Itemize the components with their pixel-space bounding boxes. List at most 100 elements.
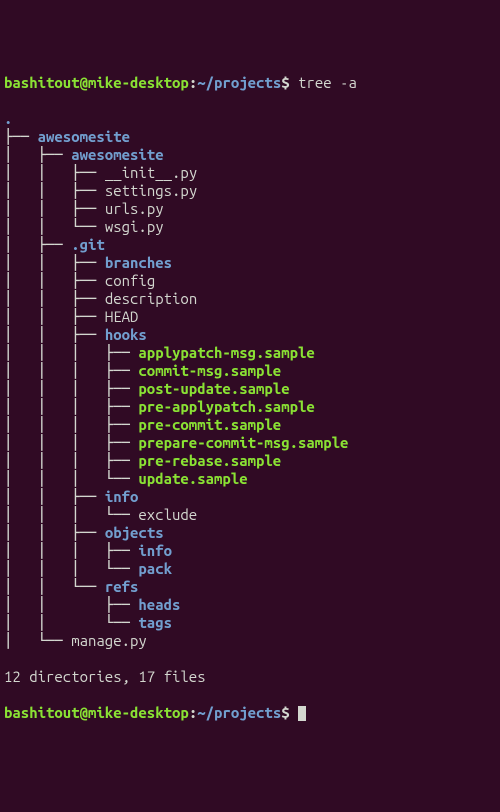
tree-row: │ │ ├── settings.py [4, 182, 496, 200]
tree-row: │ │ ├── config [4, 272, 496, 290]
tree-prefix: │ │ │ ├── [4, 542, 138, 559]
tree-exec-file: post-update.sample [138, 380, 289, 397]
tree-output: .├── awesomesite│ ├── awesomesite│ │ ├──… [4, 110, 496, 650]
tree-row: │ │ ├── hooks [4, 326, 496, 344]
command-text: tree -a [298, 74, 357, 91]
tree-file: urls.py [105, 200, 164, 217]
tree-prefix: │ │ ├── [4, 182, 105, 199]
tree-summary: 12 directories, 17 files [4, 668, 496, 686]
tree-row: │ │ └── wsgi.py [4, 218, 496, 236]
tree-row: │ │ │ ├── pre-applypatch.sample [4, 398, 496, 416]
tree-file: config [105, 272, 155, 289]
tree-row: │ │ │ ├── info [4, 542, 496, 560]
tree-row: │ │ ├── HEAD [4, 308, 496, 326]
tree-row: │ │ │ └── update.sample [4, 470, 496, 488]
tree-prefix: │ │ ├── [4, 596, 138, 613]
tree-dir: pack [138, 560, 172, 577]
tree-dir: awesomesite [71, 146, 163, 163]
tree-row: │ │ │ ├── pre-commit.sample [4, 416, 496, 434]
tree-row: │ │ └── refs [4, 578, 496, 596]
tree-exec-file: update.sample [138, 470, 247, 487]
tree-exec-file: commit-msg.sample [138, 362, 281, 379]
prompt-user-host: bashitout@mike-desktop [4, 74, 189, 91]
prompt-line-2[interactable]: bashitout@mike-desktop:~/projects$ [4, 704, 496, 722]
tree-exec-file: pre-rebase.sample [138, 452, 281, 469]
tree-prefix: │ │ │ ├── [4, 398, 138, 415]
tree-row: │ │ │ ├── pre-rebase.sample [4, 452, 496, 470]
tree-dir: . [4, 110, 12, 127]
tree-row: │ ├── awesomesite [4, 146, 496, 164]
tree-prefix: │ │ ├── [4, 326, 105, 343]
tree-dir: awesomesite [38, 128, 130, 145]
tree-dir: hooks [105, 326, 147, 343]
tree-exec-file: prepare-commit-msg.sample [138, 434, 348, 451]
prompt-user-host-2: bashitout@mike-desktop [4, 704, 189, 721]
tree-file: description [105, 290, 197, 307]
tree-prefix: │ │ │ ├── [4, 380, 138, 397]
tree-dir: info [105, 488, 139, 505]
tree-dir: refs [105, 578, 139, 595]
tree-row: . [4, 110, 496, 128]
tree-dir: objects [105, 524, 164, 541]
tree-prefix: │ │ │ └── [4, 506, 138, 523]
tree-file: __init__.py [105, 164, 197, 181]
tree-dir: heads [138, 596, 180, 613]
prompt-path-2: ~/projects [197, 704, 281, 721]
tree-prefix: │ ├── [4, 236, 71, 253]
tree-prefix: │ │ ├── [4, 524, 105, 541]
tree-row: │ │ │ ├── post-update.sample [4, 380, 496, 398]
tree-exec-file: pre-commit.sample [138, 416, 281, 433]
tree-prefix: │ │ ├── [4, 290, 105, 307]
tree-row: │ │ ├── __init__.py [4, 164, 496, 182]
prompt-sep2-2: $ [281, 704, 298, 721]
tree-row: │ │ ├── urls.py [4, 200, 496, 218]
tree-row: │ │ ├── branches [4, 254, 496, 272]
prompt-path: ~/projects [197, 74, 281, 91]
tree-prefix: │ │ ├── [4, 164, 105, 181]
tree-row: │ │ ├── description [4, 290, 496, 308]
tree-row: ├── awesomesite [4, 128, 496, 146]
tree-prefix: │ │ │ └── [4, 470, 138, 487]
tree-prefix: │ │ ├── [4, 200, 105, 217]
tree-prefix: │ │ └── [4, 578, 105, 595]
tree-row: │ ├── .git [4, 236, 496, 254]
cursor-icon [298, 706, 306, 721]
tree-prefix: │ │ │ ├── [4, 344, 138, 361]
tree-exec-file: applypatch-msg.sample [138, 344, 314, 361]
tree-prefix: │ │ ├── [4, 272, 105, 289]
tree-prefix: │ │ ├── [4, 308, 105, 325]
tree-file: HEAD [105, 308, 139, 325]
tree-row: │ │ │ ├── applypatch-msg.sample [4, 344, 496, 362]
tree-file: exclude [138, 506, 197, 523]
tree-prefix: │ │ │ ├── [4, 434, 138, 451]
tree-dir: info [138, 542, 172, 559]
tree-prefix: │ │ ├── [4, 254, 105, 271]
tree-row: │ │ │ ├── prepare-commit-msg.sample [4, 434, 496, 452]
tree-dir: branches [105, 254, 172, 271]
tree-file: manage.py [71, 632, 147, 649]
tree-prefix: ├── [4, 128, 38, 145]
tree-row: │ └── manage.py [4, 632, 496, 650]
tree-exec-file: pre-applypatch.sample [138, 398, 314, 415]
tree-dir: .git [71, 236, 105, 253]
tree-row: │ │ │ ├── commit-msg.sample [4, 362, 496, 380]
prompt-sep1-2: : [189, 704, 197, 721]
tree-prefix: │ │ │ └── [4, 560, 138, 577]
tree-row: │ │ ├── objects [4, 524, 496, 542]
tree-row: │ │ ├── info [4, 488, 496, 506]
tree-prefix: │ │ │ ├── [4, 452, 138, 469]
tree-row: │ │ │ └── pack [4, 560, 496, 578]
tree-prefix: │ ├── [4, 146, 71, 163]
tree-row: │ │ │ └── exclude [4, 506, 496, 524]
tree-prefix: │ │ │ ├── [4, 416, 138, 433]
tree-prefix: │ │ │ ├── [4, 362, 138, 379]
prompt-line-1: bashitout@mike-desktop:~/projects$ tree … [4, 74, 496, 92]
tree-prefix: │ │ └── [4, 218, 105, 235]
tree-file: settings.py [105, 182, 197, 199]
tree-prefix: │ └── [4, 632, 71, 649]
tree-file: wsgi.py [105, 218, 164, 235]
tree-row: │ │ ├── heads [4, 596, 496, 614]
tree-prefix: │ │ ├── [4, 488, 105, 505]
prompt-sep1: : [189, 74, 197, 91]
prompt-sep2: $ [281, 74, 298, 91]
